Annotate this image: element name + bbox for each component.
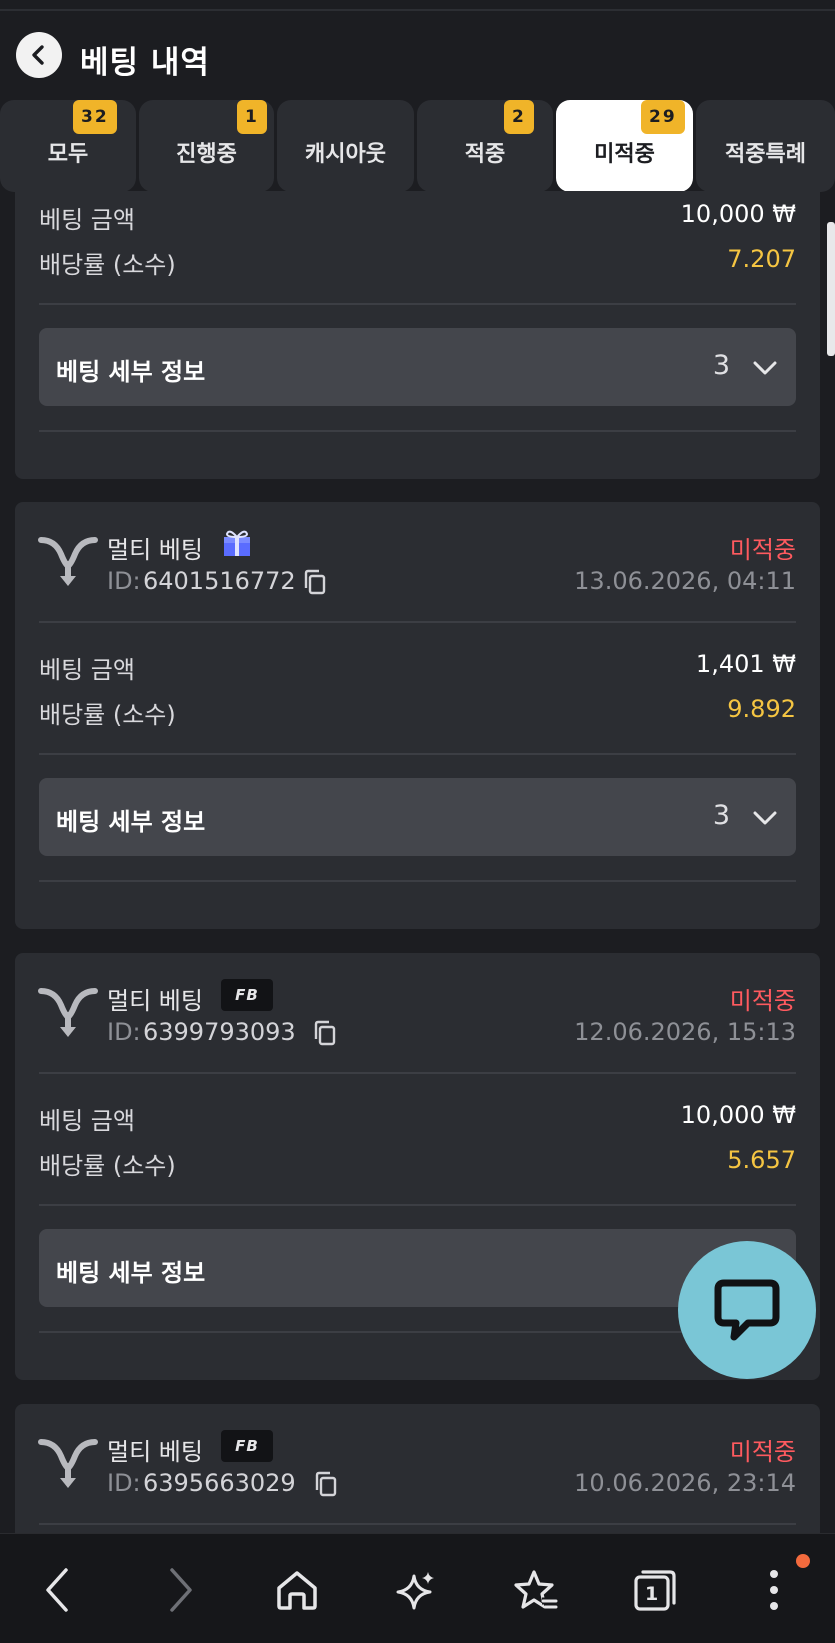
bet-details-toggle[interactable]: 베팅 세부 정보 3 [39,778,796,856]
bet-type: 멀티 베팅 [107,987,203,1015]
tabs-button[interactable]: 1 [631,1566,679,1614]
divider [39,1072,796,1074]
nav-forward-icon [170,1568,192,1612]
multi-bet-icon [38,988,98,1037]
tab-count-badge: 29 [641,100,685,134]
odds-label: 배당률 (소수) [39,1152,176,1180]
bet-card: 멀티 베팅 FB ID: 6395663029 미적중 10.06.2026, … [15,1404,820,1533]
bookmarks-button[interactable] [511,1566,559,1614]
tab-label: 모두 [47,142,89,167]
bet-card: 멀티 베팅 ID: 6401516772 미적중 13.06.2026, 04:… [15,502,820,929]
sparkle-icon [396,1572,434,1610]
divider [39,1523,796,1525]
tab-cashout[interactable]: 캐시아웃 [277,100,414,192]
tabs-count: 1 [645,1583,659,1605]
chevron-down-icon [753,811,777,825]
details-label: 베팅 세부 정보 [56,358,206,386]
details-count: 3 [712,800,730,831]
live-chat-button[interactable] [678,1241,816,1379]
divider [39,880,796,882]
bet-type: 멀티 베팅 [107,536,203,564]
status-badge: 미적중 [729,987,796,1015]
home-button[interactable] [273,1566,321,1614]
odds-value: 7.207 [727,245,796,273]
tab-count-badge: 32 [73,100,117,134]
gift-icon [224,530,250,556]
divider [39,753,796,755]
bet-id: 6401516772 [143,567,296,595]
odds-label: 배당률 (소수) [39,251,176,279]
divider [39,303,796,305]
copy-icon[interactable] [302,568,328,596]
scrollbar[interactable] [827,222,835,356]
bet-id: 6395663029 [143,1469,296,1497]
nav-back-button[interactable] [34,1566,82,1614]
details-label: 베팅 세부 정보 [56,1259,206,1287]
odds-value: 9.892 [727,695,796,723]
fb-badge: FB [221,979,273,1011]
home-icon [277,1571,317,1610]
odds-label: 배당률 (소수) [39,701,176,729]
amount-value: 10,000 ₩ [680,200,796,228]
tab-label: 진행중 [176,142,237,167]
bookmark-star-icon [514,1570,558,1611]
filter-tabs: 모두 진행중 캐시아웃 적중 미적중 적중특례 32 1 2 29 [0,100,835,192]
bet-date: 10.06.2026, 23:14 [574,1469,796,1497]
top-divider [0,9,835,11]
id-prefix: ID: [107,567,141,595]
page-header: 베팅 내역 [0,20,835,90]
id-prefix: ID: [107,1469,141,1497]
bet-type: 멀티 베팅 [107,1438,203,1466]
bet-card: 베팅 금액 10,000 ₩ 배당률 (소수) 7.207 베팅 세부 정보 3 [15,191,820,479]
amount-value: 1,401 ₩ [695,650,796,678]
details-count: 3 [712,350,730,381]
back-arrow-icon [32,45,44,65]
browser-bottom-nav: 1 [0,1533,835,1643]
tab-label: 적중 [464,142,506,167]
divider [39,621,796,623]
notification-dot [796,1554,810,1568]
ai-assistant-button[interactable] [392,1566,440,1614]
tab-count-badge: 1 [237,100,267,134]
multi-bet-icon [38,1439,98,1488]
chevron-down-icon [753,361,777,375]
more-menu-button[interactable] [750,1566,798,1614]
nav-back-icon [46,1568,68,1612]
id-prefix: ID: [107,1018,141,1046]
more-icon [770,1570,778,1610]
details-label: 베팅 세부 정보 [56,808,206,836]
nav-forward-button[interactable] [156,1566,204,1614]
amount-value: 10,000 ₩ [680,1101,796,1129]
odds-value: 5.657 [727,1146,796,1174]
status-badge: 미적중 [729,1438,796,1466]
status-badge: 미적중 [729,536,796,564]
amount-label: 베팅 금액 [39,206,135,234]
multi-bet-icon [38,537,98,586]
divider [39,1204,796,1206]
back-button[interactable] [16,32,62,78]
tab-label: 캐시아웃 [305,142,386,167]
chat-icon [714,1279,780,1341]
tab-label: 미적중 [594,142,655,167]
amount-label: 베팅 금액 [39,1107,135,1135]
tab-special[interactable]: 적중특례 [696,100,835,192]
fb-badge: FB [221,1430,273,1462]
bet-date: 12.06.2026, 15:13 [574,1018,796,1046]
copy-icon[interactable] [313,1470,339,1498]
amount-label: 베팅 금액 [39,656,135,684]
page-title: 베팅 내역 [80,45,210,81]
tab-label: 적중특례 [725,142,806,167]
bet-date: 13.06.2026, 04:11 [574,567,796,595]
divider [39,430,796,432]
bet-id: 6399793093 [143,1018,296,1046]
copy-icon[interactable] [312,1019,338,1047]
tab-count-badge: 2 [504,100,534,134]
bet-details-toggle[interactable]: 베팅 세부 정보 3 [39,328,796,406]
